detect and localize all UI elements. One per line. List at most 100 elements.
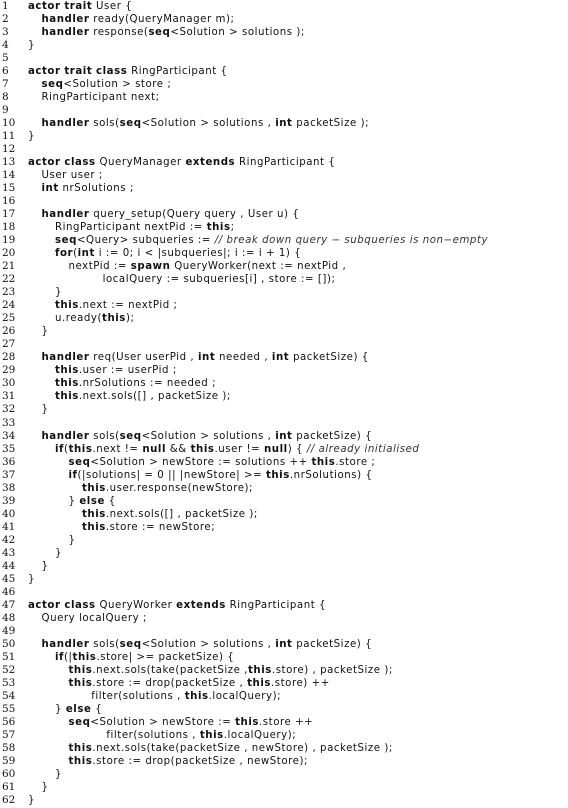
code-line: 48 Query localQuery ; [0,612,568,625]
keyword: int [275,430,293,442]
line-number: 9 [2,104,9,117]
keyword: class [64,157,96,169]
keyword: class [96,66,128,78]
keyword: this [55,391,79,403]
keyword: int [271,352,290,364]
code-line: 29 this.user := userPid ; [0,364,568,377]
code-token: .next.sols([] , packetSize ); [105,508,258,520]
keyword: actor [28,66,61,78]
code-text: this.next.sols([] , packetSize ); [55,390,231,403]
keyword: this [190,443,215,455]
code-token: ) { [287,443,307,455]
code-token: } [55,768,63,780]
code-token: packetSize) { [292,638,373,650]
code-token: } [28,40,36,52]
line-number: 35 [2,442,16,455]
keyword: null [142,443,167,455]
keyword: if [55,651,65,663]
code-line: 37 if(|solutions| = 0 || |newStore| >= th… [0,469,568,482]
line-number: 46 [2,585,16,598]
code-line: 31 this.next.sols([] , packetSize ); [0,390,568,403]
code-text: if(|solutions| = 0 || |newStore| >= this… [69,469,373,482]
code-line: 18 RingParticipant nextPid := this; [0,221,568,234]
code-token: query_setup(Query query , User u) { [89,209,300,221]
code-token: .next := nextPid ; [78,300,178,312]
code-text: if(|this.store| >= packetSize) { [55,651,234,664]
line-number: 34 [2,429,16,442]
code-text: this.store := newStore; [82,521,215,534]
code-line: 21 nextPid := spawn QueryWorker(next := n… [0,260,568,273]
code-text: User user ; [42,169,103,182]
code-token: (|solutions| = 0 || |newStore| >= [77,469,266,481]
keyword: int [275,118,293,130]
code-token: Query localQuery ; [41,612,147,624]
code-token: u.ready( [55,313,103,325]
code-line: 7 seq<Solution > store ; [0,78,568,91]
code-line: 6 actor trait class RingParticipant { [0,65,568,78]
line-number: 11 [2,130,16,143]
code-token: .nrSolutions := needed ; [78,378,217,390]
code-line: 34 handler sols(seq<Solution > solutions … [0,430,568,443]
keyword: seq [119,430,142,442]
code-token: nextPid := [68,261,131,273]
line-number: 1 [2,0,9,12]
code-text: int nrSolutions ; [42,182,134,195]
code-line: 39} else { [0,495,568,508]
code-text: } [28,794,35,807]
code-token: <Solution > solutions , [141,430,276,442]
line-number: 28 [2,351,16,364]
keyword: this [265,469,290,481]
line-number: 6 [2,65,9,78]
code-token: <Solution > newStore := [90,716,236,728]
code-line: 43} [0,547,568,560]
code-token: response( [89,27,149,39]
code-token: } [28,794,36,806]
code-token: filter(solutions , [68,690,185,702]
code-token: } [41,326,49,338]
keyword: this [55,300,79,312]
code-text: } else { [69,495,116,508]
code-line: 40 this.next.sols([] , packetSize ); [0,508,568,521]
code-line: 8 RingParticipant next; [0,91,568,104]
code-token: { [91,703,103,715]
line-number: 44 [2,559,16,572]
keyword: handler [41,14,90,26]
code-line: 49 [0,625,568,638]
code-token: .store| >= packetSize) { [96,651,235,663]
keyword: handler [41,209,90,221]
code-token: ; [230,222,235,234]
keyword: class [64,599,96,611]
line-number: 21 [2,260,16,273]
code-token: <Query> subqueries := [76,235,215,247]
code-token: ready(QueryManager m); [89,14,235,26]
code-text: if(this.next != null && this.user != nul… [55,443,419,456]
code-line: 25 u.ready(this); [0,312,568,325]
code-token: } [68,495,80,507]
code-token: .store := drop(packetSize , newStore); [92,755,308,767]
code-token: .store) ++ [270,677,330,689]
line-number: 22 [2,273,16,286]
line-number: 25 [2,312,16,325]
code-token: QueryWorker [95,599,177,611]
code-line: 28 handler req(User userPid , int needed … [0,351,568,364]
keyword: int [77,248,95,260]
keyword: actor [28,599,61,611]
keyword: this [68,677,93,689]
line-number: 47 [2,598,16,611]
code-token: } [41,404,49,416]
code-token: .store ; [335,456,376,468]
code-token: .nrSolutions) { [289,469,373,481]
code-line: 27 [0,338,568,351]
code-token: RingParticipant { [127,66,228,78]
code-line: 4} [0,39,568,52]
code-text: this.next.sols([] , packetSize ); [82,508,258,521]
code-text: filter(solutions , this.localQuery); [69,690,282,703]
line-number: 17 [2,208,16,221]
code-text: handler sols(seq<Solution > solutions , … [42,430,373,443]
keyword: this [68,755,93,767]
keyword: extends [176,599,226,611]
code-text: this.next := nextPid ; [55,299,178,312]
keyword: seq [55,235,77,247]
code-token: } [28,131,36,143]
keyword: this [72,651,97,663]
